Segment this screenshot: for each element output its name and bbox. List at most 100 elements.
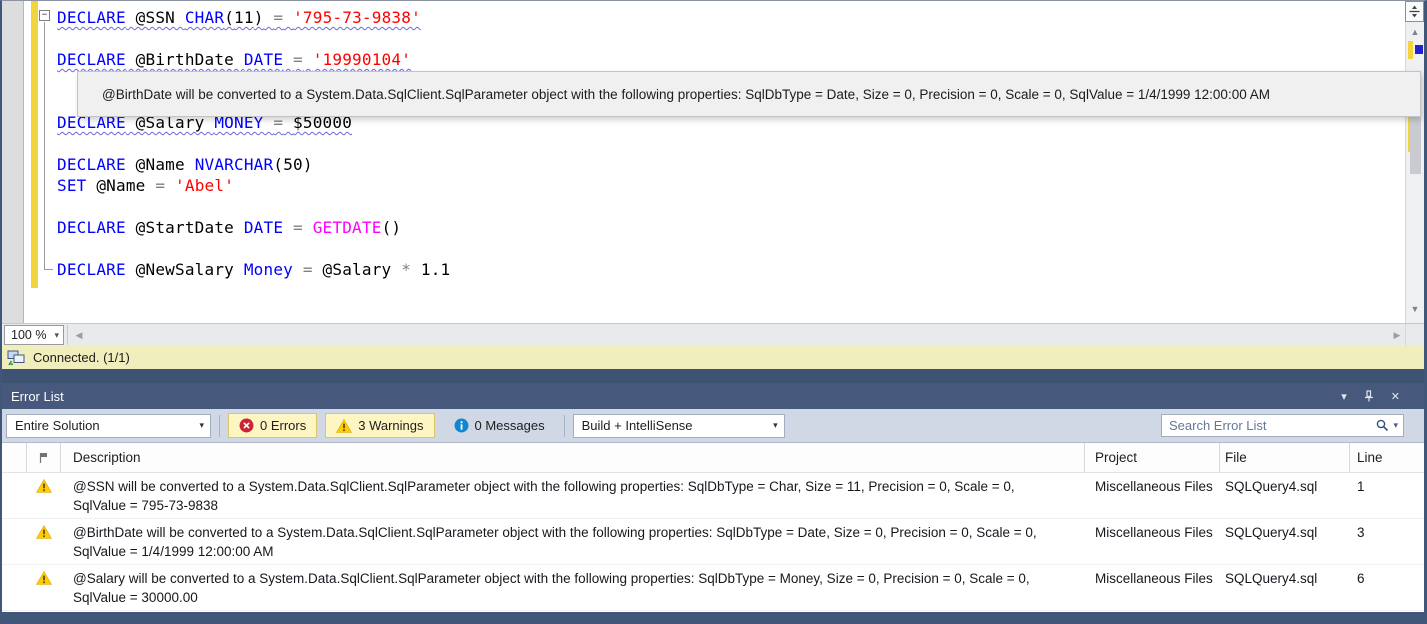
change-marker: [1408, 41, 1413, 59]
code-token: '795-73-9838': [293, 8, 421, 27]
code-area[interactable]: DECLARE @SSN CHAR(11) = '795-73-9838' DEC…: [57, 7, 1399, 280]
error-line: 3: [1357, 525, 1365, 540]
code-line[interactable]: [57, 133, 1399, 154]
pushpin-icon: [1364, 390, 1373, 402]
code-line[interactable]: DECLARE @Name NVARCHAR(50): [57, 154, 1399, 175]
code-token: DATE: [243, 50, 284, 69]
error-project: Miscellaneous Files: [1095, 571, 1213, 586]
track-changes-bar: [31, 1, 38, 288]
scroll-up-icon[interactable]: ▲: [1406, 27, 1424, 37]
code-line[interactable]: [57, 196, 1399, 217]
status-bar: Connected. (1/1): [2, 346, 1424, 369]
code-line[interactable]: DECLARE @StartDate DATE = GETDATE(): [57, 217, 1399, 238]
messages-filter-button[interactable]: 0 Messages: [443, 413, 556, 438]
row-select-column-header[interactable]: [2, 443, 27, 472]
zoom-level-select[interactable]: 100 % ▾: [4, 325, 64, 345]
scroll-right-icon[interactable]: ▶: [1389, 330, 1405, 341]
code-token: ): [253, 8, 264, 27]
code-token: =: [293, 218, 303, 237]
error-list-header: Description Project File Line: [2, 442, 1424, 473]
code-statement: DECLARE @NewSalary Money = @Salary * 1.1: [57, 260, 450, 279]
code-token: @BirthDate: [125, 50, 244, 69]
code-token: @Name: [86, 176, 156, 195]
error-line: 6: [1357, 571, 1365, 586]
info-icon: [454, 418, 468, 433]
code-statement: DECLARE @StartDate DATE = GETDATE(): [57, 218, 401, 237]
divider: [219, 414, 220, 437]
chevron-down-icon: ▾: [54, 329, 59, 340]
code-token: CHAR: [184, 8, 225, 27]
pin-icon[interactable]: [1363, 390, 1375, 402]
code-token: 1.1: [411, 260, 451, 279]
code-token: @Name: [125, 155, 195, 174]
line-column-header[interactable]: Line: [1350, 443, 1410, 472]
code-token: Money: [243, 260, 294, 279]
code-token: GETDATE: [312, 218, 382, 237]
error-line: 1: [1357, 479, 1365, 494]
project-column-header[interactable]: Project: [1085, 443, 1220, 472]
chevron-down-icon[interactable]: ▾: [1393, 420, 1398, 431]
divider: [67, 325, 68, 345]
code-token: 11: [234, 8, 254, 27]
scrollbar-thumb[interactable]: [1410, 109, 1421, 174]
code-token: =: [273, 8, 284, 27]
panel-separator[interactable]: [2, 369, 1424, 383]
code-line[interactable]: SET @Name = 'Abel': [57, 175, 1399, 196]
errors-filter-label: 0 Errors: [260, 418, 307, 433]
scroll-down-icon[interactable]: ▼: [1406, 304, 1424, 314]
code-token: DECLARE: [57, 8, 126, 27]
split-editor-handle-icon[interactable]: [1405, 1, 1424, 22]
errors-filter-button[interactable]: 0 Errors: [228, 413, 318, 438]
code-token: NVARCHAR: [194, 155, 274, 174]
description-column-header[interactable]: Description: [61, 443, 1085, 472]
code-outline-line: [44, 22, 53, 270]
scope-filter-value: Entire Solution: [15, 418, 100, 433]
error-row[interactable]: @Salary will be converted to a System.Da…: [2, 565, 1424, 611]
close-icon[interactable]: ✕: [1391, 390, 1400, 403]
warning-icon: [27, 523, 61, 539]
horizontal-scrollbar[interactable]: [87, 324, 1389, 346]
search-error-list-box[interactable]: ▾: [1161, 414, 1404, 437]
code-statement: SET @Name = 'Abel': [57, 176, 234, 195]
code-line[interactable]: DECLARE @SSN CHAR(11) = '795-73-9838': [57, 7, 1399, 28]
window-position-icon[interactable]: ▾: [1341, 390, 1347, 403]
search-icon[interactable]: [1376, 419, 1389, 432]
error-list-toolbar: Entire Solution ▾ 0 Errors 3 Warnings 0 …: [2, 409, 1424, 442]
vertical-scrollbar[interactable]: ▲ ▼: [1405, 1, 1424, 323]
error-project: Miscellaneous Files: [1095, 525, 1213, 540]
code-token: @NewSalary: [125, 260, 244, 279]
warnings-filter-label: 3 Warnings: [358, 418, 424, 433]
severity-column-header[interactable]: [27, 443, 61, 472]
code-token: @Salary: [312, 260, 402, 279]
code-line[interactable]: [57, 28, 1399, 49]
scope-filter-select[interactable]: Entire Solution ▾: [6, 413, 211, 438]
error-list-title-bar[interactable]: Error List ▾ ✕: [2, 383, 1424, 409]
scroll-left-icon[interactable]: ◀: [71, 330, 87, 341]
code-token: SET: [57, 176, 87, 195]
file-column-header[interactable]: File: [1220, 443, 1350, 472]
code-token: @SSN: [125, 8, 185, 27]
search-input[interactable]: [1169, 418, 1377, 433]
code-token: =: [293, 50, 303, 69]
warnings-filter-button[interactable]: 3 Warnings: [325, 413, 435, 438]
sql-editor[interactable]: − DECLARE @SSN CHAR(11) = '795-73-9838' D…: [2, 1, 1424, 323]
code-line[interactable]: [57, 238, 1399, 259]
source-filter-select[interactable]: Build + IntelliSense ▾: [572, 413, 785, 438]
error-file: SQLQuery4.sql: [1225, 479, 1318, 494]
error-description: @BirthDate will be converted to a System…: [73, 525, 1037, 559]
error-row[interactable]: @BirthDate will be converted to a System…: [2, 519, 1424, 565]
error-file: SQLQuery4.sql: [1225, 571, 1318, 586]
code-line[interactable]: DECLARE @BirthDate DATE = '19990104': [57, 49, 1399, 70]
connection-status-text: Connected. (1/1): [33, 350, 130, 365]
code-line[interactable]: DECLARE @NewSalary Money = @Salary * 1.1: [57, 259, 1399, 280]
error-row[interactable]: @SSN will be converted to a System.Data.…: [2, 473, 1424, 519]
error-list-rows: @SSN will be converted to a System.Data.…: [2, 473, 1424, 612]
fold-collapse-icon[interactable]: −: [39, 10, 50, 21]
